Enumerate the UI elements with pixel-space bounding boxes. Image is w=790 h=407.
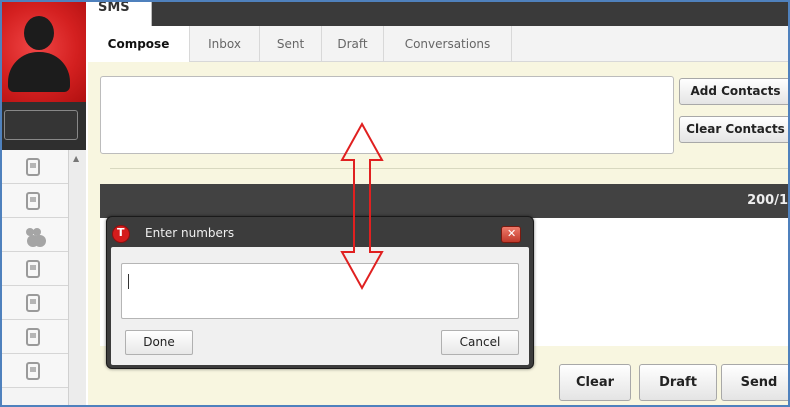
tab-inbox[interactable]: Inbox	[190, 26, 260, 62]
sms-tabs: Compose Inbox Sent Draft Conversations	[88, 26, 788, 62]
add-contacts-button[interactable]: Add Contacts	[679, 78, 788, 105]
divider	[110, 168, 788, 169]
phone-icon	[26, 260, 40, 278]
contact-search-field[interactable]	[4, 110, 78, 140]
top-bar	[88, 2, 788, 26]
app-logo-icon: T	[112, 225, 130, 243]
send-button[interactable]: Send	[721, 364, 788, 401]
list-item[interactable]	[2, 286, 68, 320]
recipients-field[interactable]	[100, 76, 674, 154]
tab-sent[interactable]: Sent	[260, 26, 322, 62]
phone-icon	[26, 328, 40, 346]
phone-icon	[26, 362, 40, 380]
dialog-title: Enter numbers	[145, 226, 235, 240]
list-item[interactable]	[2, 354, 68, 388]
clear-contacts-button[interactable]: Clear Contacts	[679, 116, 788, 143]
dialog-body: Done Cancel	[111, 247, 529, 365]
avatar-body-shape	[8, 52, 70, 92]
numbers-input[interactable]	[121, 263, 519, 319]
char-counter: 200/1	[747, 193, 788, 208]
group-icon	[26, 226, 40, 244]
phone-icon	[26, 192, 40, 210]
clear-button[interactable]: Clear	[559, 364, 631, 401]
user-avatar[interactable]	[2, 2, 86, 102]
tab-draft[interactable]: Draft	[322, 26, 384, 62]
app-title: SMS	[98, 0, 130, 15]
scroll-up-icon[interactable]: ▲	[73, 154, 79, 163]
done-button[interactable]: Done	[125, 330, 193, 355]
cancel-button[interactable]: Cancel	[441, 330, 519, 355]
list-item[interactable]	[2, 252, 68, 286]
app-tab-sms[interactable]: SMS	[88, 2, 152, 26]
message-header-bar: 200/1	[100, 184, 788, 218]
draft-button[interactable]: Draft	[639, 364, 717, 401]
enter-numbers-dialog: T Enter numbers ✕ Done Cancel	[106, 216, 534, 369]
contacts-scrollbar[interactable]: ▲	[68, 150, 86, 405]
tab-compose[interactable]: Compose	[88, 26, 190, 62]
list-item[interactable]	[2, 218, 68, 252]
tab-conversations[interactable]: Conversations	[384, 26, 512, 62]
close-icon[interactable]: ✕	[501, 226, 521, 243]
avatar-head-shape	[24, 16, 54, 50]
list-item[interactable]	[2, 184, 68, 218]
text-caret	[128, 274, 129, 289]
app-window: ▲ SMS Compose Inbox Sent Draft Conversat…	[0, 0, 790, 407]
list-item[interactable]	[2, 150, 68, 184]
phone-icon	[26, 294, 40, 312]
list-item[interactable]	[2, 320, 68, 354]
phone-icon	[26, 158, 40, 176]
